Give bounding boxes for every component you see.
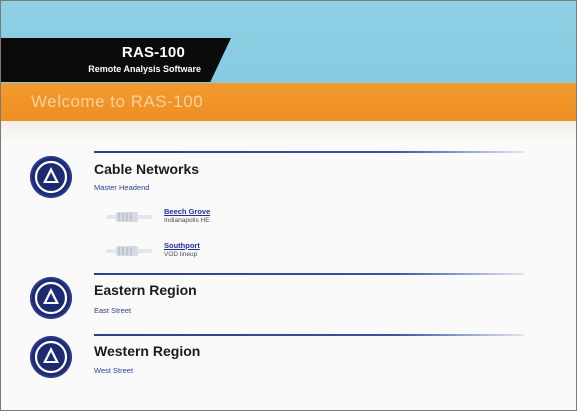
region-title[interactable]: Western Region <box>94 343 200 359</box>
app-window: RAS-100 Remote Analysis Software Welcome… <box>0 0 577 411</box>
triangle-icon[interactable] <box>30 277 72 319</box>
amplifier-icon <box>106 246 152 256</box>
site-item-southport[interactable]: Southport VOD lineup <box>104 241 324 263</box>
site-description: VOD lineup <box>164 251 198 258</box>
app-title: RAS-100 <box>121 44 185 61</box>
region-title[interactable]: Eastern Region <box>94 282 197 298</box>
welcome-bar-shadow <box>1 121 576 143</box>
region-title[interactable]: Cable Networks <box>94 161 199 177</box>
region-divider <box>94 334 524 336</box>
region-subtitle: East Street <box>94 306 132 315</box>
amplifier-icon <box>106 212 152 222</box>
welcome-text: Welcome to RAS-100 <box>31 92 204 111</box>
triangle-icon[interactable] <box>30 336 72 378</box>
site-description: Indianapolis HE <box>164 217 210 224</box>
region-subtitle: West Street <box>94 366 134 375</box>
welcome-bar: Welcome to RAS-100 <box>1 83 576 121</box>
region-divider <box>94 151 524 153</box>
logo: RAS-100 Remote Analysis Software <box>1 38 231 82</box>
site-item-beech-grove[interactable]: Beech Grove Indianapolis HE <box>104 207 324 229</box>
region-subtitle: Master Headend <box>94 183 150 192</box>
site-link[interactable]: Southport <box>164 241 200 250</box>
site-link[interactable]: Beech Grove <box>164 207 210 216</box>
triangle-icon[interactable] <box>30 156 72 198</box>
region-divider <box>94 273 524 275</box>
app-subtitle: Remote Analysis Software <box>88 64 201 74</box>
